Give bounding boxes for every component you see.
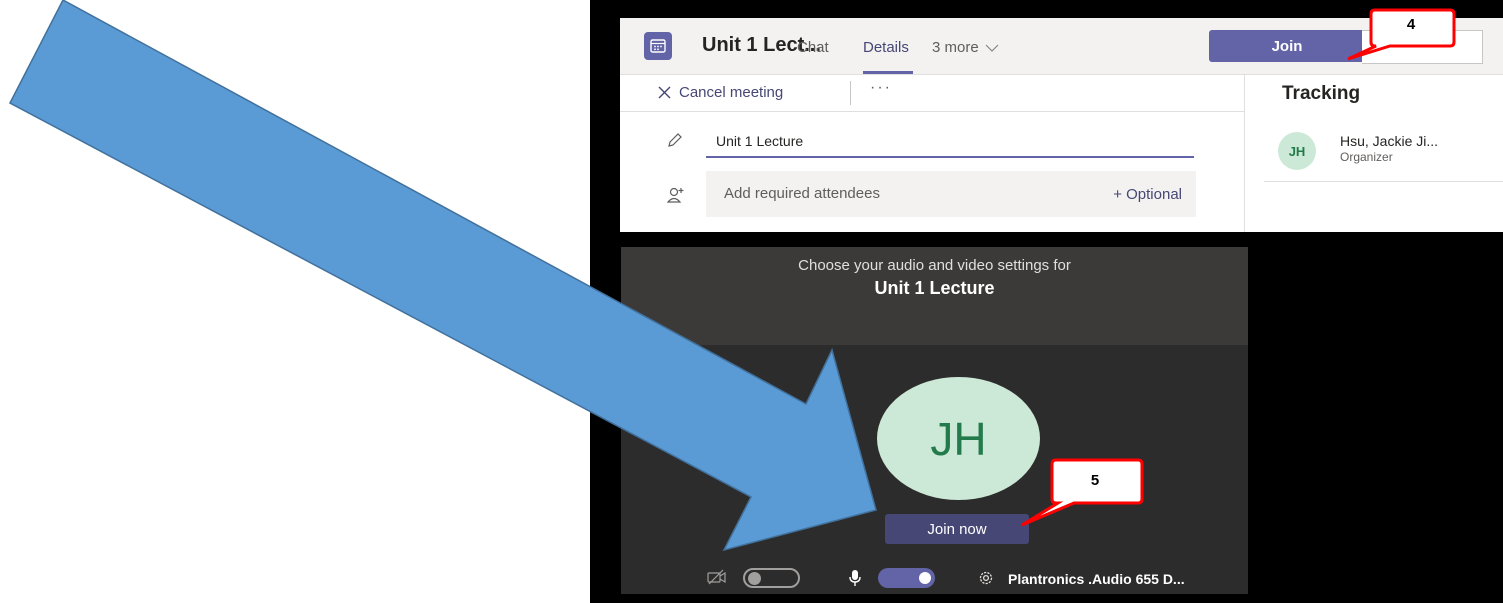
annotation-arrow-layer xyxy=(8,0,877,552)
callout-step-4-label: 4 xyxy=(1406,16,1416,33)
callout-step-5-label: 5 xyxy=(1090,472,1100,489)
blue-arrow xyxy=(8,0,877,552)
callout-step-5 xyxy=(1021,458,1144,527)
callout-step-4 xyxy=(1347,8,1456,61)
